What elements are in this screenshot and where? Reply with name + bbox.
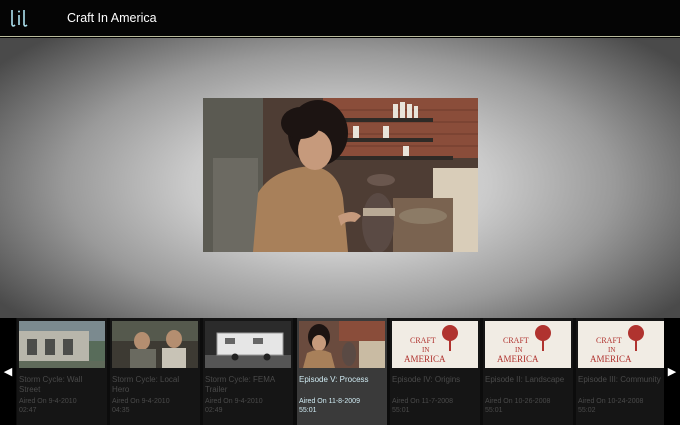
svg-text:AMERICA: AMERICA xyxy=(404,354,446,364)
episode-thumbnail xyxy=(112,321,198,368)
episode-tile-active[interactable]: Episode V: Process Aired On 11-8-2009 55… xyxy=(297,318,387,425)
episode-aired: Aired On 9-4-2010 xyxy=(112,398,170,405)
episode-duration: 55:02 xyxy=(578,407,596,414)
video-frame-pottery xyxy=(203,98,478,252)
svg-text:AMERICA: AMERICA xyxy=(497,354,539,364)
episode-strip: ◀ Storm Cycle: Wall Street Aired On 9-4-… xyxy=(0,318,680,425)
svg-text:CRAFT: CRAFT xyxy=(410,336,436,345)
episode-title: Storm Cycle: FEMA Trailer xyxy=(205,375,275,394)
episode-thumbnail-logo: CRAFT IN AMERICA xyxy=(485,321,571,368)
episode-thumbnail xyxy=(299,321,385,368)
episode-tile[interactable]: CRAFT IN AMERICA Episode II: Landscape A… xyxy=(483,318,573,425)
episode-title: Episode II: Landscape xyxy=(485,375,565,384)
episode-tile[interactable]: CRAFT IN AMERICA Episode III: Community … xyxy=(576,318,666,425)
svg-text:IN: IN xyxy=(515,346,522,354)
app-title: Craft In America xyxy=(67,11,157,25)
episode-tile[interactable]: Storm Cycle: Wall Street Aired On 9-4-20… xyxy=(17,318,107,425)
episode-aired: Aired On 11-8-2009 xyxy=(299,398,360,405)
episode-tile[interactable]: CRAFT IN AMERICA Episode IV: Origins Air… xyxy=(390,318,480,425)
episode-duration: 04:35 xyxy=(112,407,130,414)
episode-duration: 55:01 xyxy=(485,407,503,414)
episode-title: Episode V: Process xyxy=(299,375,369,384)
episode-tile[interactable]: Storm Cycle: FEMA Trailer Aired On 9-4-2… xyxy=(203,318,293,425)
episode-aired: Aired On 10-24-2008 xyxy=(578,398,644,405)
svg-text:AMERICA: AMERICA xyxy=(590,354,632,364)
episode-title: Episode III: Community xyxy=(578,375,661,384)
video-stage xyxy=(0,38,680,318)
episode-duration: 02:47 xyxy=(19,407,37,414)
svg-text:CRAFT: CRAFT xyxy=(596,336,622,345)
episode-duration: 02:49 xyxy=(205,407,223,414)
episode-thumbnail-logo: CRAFT IN AMERICA xyxy=(578,321,664,368)
episode-title: Storm Cycle: Local Hero xyxy=(112,375,180,394)
episode-thumbnail xyxy=(19,321,105,368)
svg-text:IN: IN xyxy=(422,346,429,354)
episode-aired: Aired On 11-7-2008 xyxy=(392,398,453,405)
triangle-left-icon[interactable]: ◀ xyxy=(0,318,16,425)
episode-aired: Aired On 9-4-2010 xyxy=(19,398,77,405)
episode-title: Episode IV: Origins xyxy=(392,375,461,384)
triangle-right-icon[interactable]: ▶ xyxy=(664,318,680,425)
app-logo[interactable] xyxy=(9,8,33,28)
episode-duration: 55:01 xyxy=(392,407,410,414)
episode-aired: Aired On 9-4-2010 xyxy=(205,398,263,405)
app-header: Craft In America xyxy=(0,0,680,37)
episode-tile[interactable]: Storm Cycle: Local Hero Aired On 9-4-201… xyxy=(110,318,200,425)
episode-aired: Aired On 10-26-2008 xyxy=(485,398,551,405)
video-player[interactable] xyxy=(203,98,478,252)
episode-thumbnail xyxy=(205,321,291,368)
episode-thumbnail-logo: CRAFT IN AMERICA xyxy=(392,321,478,368)
episode-duration: 55:01 xyxy=(299,407,317,414)
episode-title: Storm Cycle: Wall Street xyxy=(19,375,83,394)
svg-text:CRAFT: CRAFT xyxy=(503,336,529,345)
svg-text:IN: IN xyxy=(608,346,615,354)
